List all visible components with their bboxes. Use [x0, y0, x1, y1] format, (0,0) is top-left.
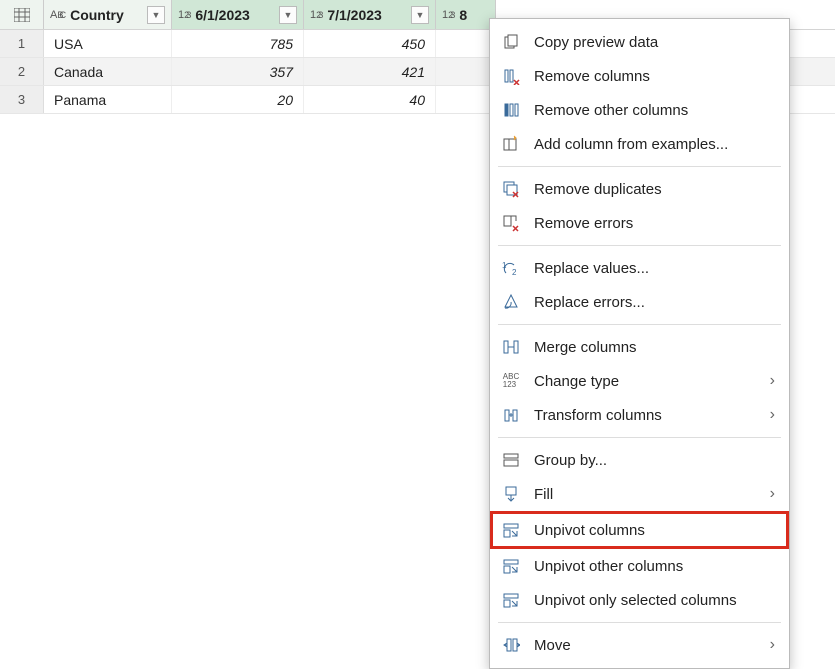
type-number-icon: 123 — [310, 9, 323, 21]
menu-fill[interactable]: Fill › — [490, 477, 789, 511]
menu-label: Unpivot other columns — [534, 558, 683, 575]
menu-label: Change type — [534, 373, 619, 390]
filter-dropdown-icon[interactable]: ▼ — [411, 6, 429, 24]
menu-unpivot-columns[interactable]: Unpivot columns — [490, 511, 789, 549]
menu-remove-columns[interactable]: Remove columns — [490, 59, 789, 93]
submenu-arrow-icon: › — [770, 636, 775, 654]
menu-separator — [498, 245, 781, 246]
column-header-country[interactable]: ABC Country ▼ — [44, 0, 172, 29]
menu-label: Merge columns — [534, 339, 637, 356]
menu-label: Unpivot only selected columns — [534, 592, 737, 609]
fill-icon — [500, 485, 522, 503]
type-text-icon: ABC — [50, 9, 66, 21]
menu-move[interactable]: Move › — [490, 628, 789, 662]
column-label: 7/1/2023 — [327, 7, 382, 23]
table-icon — [14, 8, 30, 22]
merge-columns-icon — [500, 338, 522, 356]
unpivot-selected-icon — [500, 591, 522, 609]
column-header-d1[interactable]: 123 6/1/2023 ▼ — [172, 0, 304, 29]
menu-label: Remove other columns — [534, 102, 688, 119]
column-label: 8 — [459, 7, 467, 23]
type-number-icon: 123 — [178, 9, 191, 21]
remove-other-columns-icon — [500, 101, 522, 119]
menu-label: Copy preview data — [534, 34, 658, 51]
submenu-arrow-icon: › — [770, 406, 775, 424]
menu-remove-other-columns[interactable]: Remove other columns — [490, 93, 789, 127]
menu-copy-preview-data[interactable]: Copy preview data — [490, 25, 789, 59]
cell-value[interactable] — [436, 30, 496, 57]
transform-columns-icon — [500, 406, 522, 424]
menu-group-by[interactable]: Group by... — [490, 443, 789, 477]
row-number: 3 — [0, 86, 44, 113]
menu-add-column-from-examples[interactable]: Add column from examples... — [490, 127, 789, 161]
menu-replace-values[interactable]: 12 Replace values... — [490, 251, 789, 285]
group-by-icon — [500, 451, 522, 469]
cell-value[interactable]: 450 — [304, 30, 436, 57]
cell-value[interactable] — [436, 86, 496, 113]
column-label: Country — [70, 7, 124, 23]
replace-values-icon: 12 — [500, 259, 522, 277]
menu-separator — [498, 166, 781, 167]
column-context-menu: Copy preview data Remove columns Remove … — [489, 18, 790, 669]
menu-separator — [498, 622, 781, 623]
menu-label: Unpivot columns — [534, 522, 645, 539]
change-type-icon: ABC123 — [500, 373, 522, 389]
menu-unpivot-selected-columns[interactable]: Unpivot only selected columns — [490, 583, 789, 617]
menu-merge-columns[interactable]: Merge columns — [490, 330, 789, 364]
menu-remove-duplicates[interactable]: Remove duplicates — [490, 172, 789, 206]
copy-icon — [500, 33, 522, 51]
cell-value[interactable]: 20 — [172, 86, 304, 113]
menu-label: Replace values... — [534, 260, 649, 277]
svg-text:2: 2 — [512, 268, 517, 277]
menu-label: Add column from examples... — [534, 136, 728, 153]
menu-label: Replace errors... — [534, 294, 645, 311]
column-label: 6/1/2023 — [195, 7, 250, 23]
menu-label: Remove columns — [534, 68, 650, 85]
replace-errors-icon — [500, 293, 522, 311]
row-number: 2 — [0, 58, 44, 85]
menu-change-type[interactable]: ABC123 Change type › — [490, 364, 789, 398]
remove-columns-icon — [500, 67, 522, 85]
select-all-cell[interactable] — [0, 0, 44, 29]
submenu-arrow-icon: › — [770, 372, 775, 390]
column-header-d3[interactable]: 123 8 — [436, 0, 496, 29]
type-number-icon: 123 — [442, 9, 455, 21]
cell-value[interactable]: 421 — [304, 58, 436, 85]
menu-separator — [498, 324, 781, 325]
menu-label: Move — [534, 637, 571, 654]
cell-country[interactable]: Panama — [44, 86, 172, 113]
filter-dropdown-icon[interactable]: ▼ — [147, 6, 165, 24]
menu-replace-errors[interactable]: Replace errors... — [490, 285, 789, 319]
cell-country[interactable]: Canada — [44, 58, 172, 85]
add-column-icon — [500, 135, 522, 153]
unpivot-icon — [500, 521, 522, 539]
column-header-d2[interactable]: 123 7/1/2023 ▼ — [304, 0, 436, 29]
menu-label: Remove duplicates — [534, 181, 662, 198]
filter-dropdown-icon[interactable]: ▼ — [279, 6, 297, 24]
menu-remove-errors[interactable]: Remove errors — [490, 206, 789, 240]
row-number: 1 — [0, 30, 44, 57]
remove-duplicates-icon — [500, 180, 522, 198]
menu-separator — [498, 437, 781, 438]
cell-value[interactable]: 40 — [304, 86, 436, 113]
unpivot-other-icon — [500, 557, 522, 575]
menu-label: Remove errors — [534, 215, 633, 232]
cell-value[interactable] — [436, 58, 496, 85]
cell-value[interactable]: 357 — [172, 58, 304, 85]
cell-value[interactable]: 785 — [172, 30, 304, 57]
menu-transform-columns[interactable]: Transform columns › — [490, 398, 789, 432]
remove-errors-icon — [500, 214, 522, 232]
cell-country[interactable]: USA — [44, 30, 172, 57]
move-icon — [500, 636, 522, 654]
submenu-arrow-icon: › — [770, 485, 775, 503]
menu-label: Fill — [534, 486, 553, 503]
menu-label: Group by... — [534, 452, 607, 469]
menu-unpivot-other-columns[interactable]: Unpivot other columns — [490, 549, 789, 583]
menu-label: Transform columns — [534, 407, 662, 424]
